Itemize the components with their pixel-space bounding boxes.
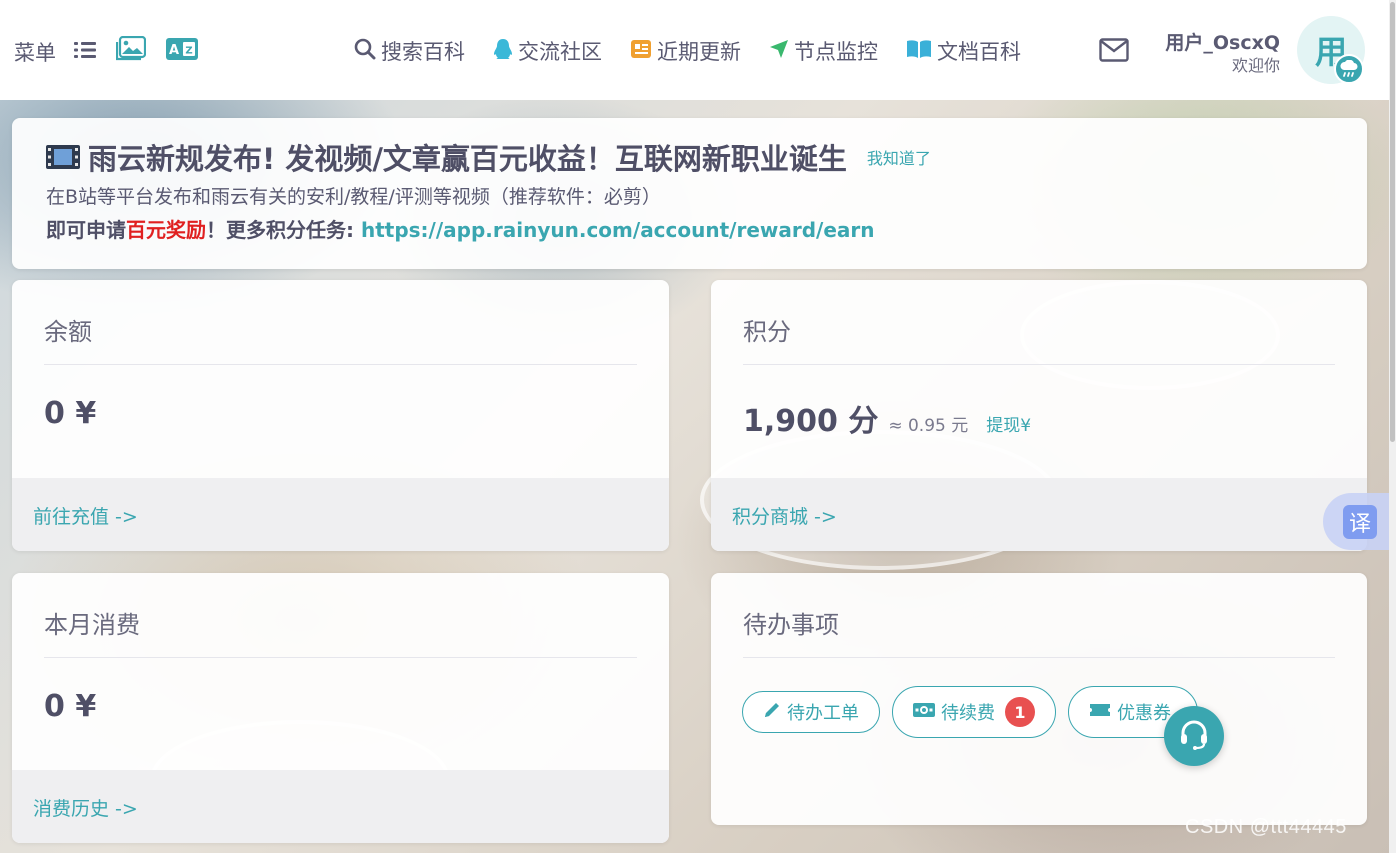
translate-button[interactable]: 译: [1323, 493, 1396, 550]
recharge-link[interactable]: 前往充值 ->: [12, 478, 669, 551]
nav-recent-updates[interactable]: 近期更新: [630, 36, 741, 66]
reward-prefix: 即可申请: [46, 218, 126, 242]
user-info[interactable]: 用户_OscxQ 欢迎你: [1130, 32, 1280, 78]
qq-penguin-icon: [493, 38, 513, 65]
nav-node-monitor[interactable]: 节点监控: [769, 36, 878, 66]
divider: [743, 657, 1335, 658]
balance-value: 0 ¥: [44, 396, 96, 431]
headset-icon: [1177, 717, 1211, 755]
divider: [44, 364, 637, 365]
page-scrollbar[interactable]: [1389, 0, 1396, 853]
svg-text:Z: Z: [185, 46, 192, 57]
open-book-icon: [906, 39, 932, 64]
nav-label: 文档百科: [937, 40, 1021, 64]
pencil-icon: [763, 701, 781, 724]
reward-tasks-link[interactable]: https://app.rainyun.com/account/reward/e…: [361, 218, 875, 242]
user-greeting: 欢迎你: [1231, 56, 1280, 75]
count-badge: 1: [1005, 697, 1035, 727]
top-header: 菜单 AZ 搜索百科 交流社区 近期更新 节点监控 文档百科 用户_OscxQ …: [0, 0, 1396, 100]
announcement-card: 雨云新规发布! 发视频/文章赢百元收益！互联网新职业诞生 我知道了 在B站等平台…: [12, 118, 1367, 269]
todo-renewal-button[interactable]: 待续费 1: [892, 686, 1056, 738]
divider: [743, 364, 1335, 365]
announcement-reward-line: 即可申请百元奖励！更多积分任务: https://app.rainyun.com…: [46, 216, 1367, 244]
avatar[interactable]: 用: [1297, 16, 1365, 84]
balance-card: 余额 0 ¥ 前往充值 ->: [12, 280, 669, 551]
nav-label: 节点监控: [794, 40, 878, 64]
monthly-spend-card: 本月消费 0 ¥ 消费历史 ->: [12, 573, 669, 843]
csdn-watermark: CSDN @ttt44445: [1185, 816, 1347, 838]
money-bill-icon: [913, 702, 935, 723]
svg-text:A: A: [169, 43, 179, 58]
nav-label: 搜索百科: [381, 40, 465, 64]
nav-docs-wiki[interactable]: 文档百科: [906, 36, 1021, 66]
menu-label[interactable]: 菜单: [14, 37, 56, 67]
notebook-icon: [630, 38, 652, 65]
nav-label: 交流社区: [518, 40, 602, 64]
balance-amount: 0 ¥: [44, 396, 97, 431]
translate-az-icon[interactable]: AZ: [166, 38, 198, 65]
header-left-group: 菜单 AZ: [14, 35, 198, 67]
reward-highlight: 百元奖励: [126, 218, 206, 242]
card-title: 本月消费: [44, 611, 140, 639]
announcement-subtitle: 在B站等平台发布和雨云有关的安利/教程/评测等视频（推荐软件：必剪）: [46, 186, 661, 208]
card-title: 积分: [743, 318, 791, 346]
nav-community[interactable]: 交流社区: [493, 36, 602, 66]
points-value: 1,900 分 ≈ 0.95 元 提现¥: [743, 396, 1031, 440]
monthly-spend-value: 0 ¥: [44, 689, 96, 724]
film-icon: [46, 140, 80, 178]
header-nav: 搜索百科 交流社区 近期更新 节点监控 文档百科: [354, 34, 1049, 68]
monthly-spend-amount: 0 ¥: [44, 689, 97, 724]
customer-support-button[interactable]: [1164, 706, 1224, 766]
acknowledge-link[interactable]: 我知道了: [867, 140, 931, 178]
points-approx: ≈ 0.95 元: [888, 416, 969, 436]
search-icon: [354, 38, 376, 65]
points-mall-link[interactable]: 积分商城 ->: [711, 478, 1367, 551]
spend-history-link[interactable]: 消费历史 ->: [12, 770, 669, 843]
image-gallery-icon[interactable]: [115, 35, 147, 67]
list-menu-icon[interactable]: [74, 40, 96, 64]
ticket-icon: [1089, 702, 1111, 723]
points-amount: 1,900 分: [743, 404, 879, 439]
announcement-title-row: 雨云新规发布! 发视频/文章赢百元收益！互联网新职业诞生 我知道了: [46, 140, 1367, 178]
nav-search-wiki[interactable]: 搜索百科: [354, 36, 465, 66]
card-title: 余额: [44, 318, 92, 346]
scrollbar-thumb[interactable]: [1390, 2, 1395, 442]
nav-label: 近期更新: [657, 40, 741, 64]
user-name: 用户_OscxQ: [1165, 32, 1280, 54]
todo-card: 待办事项 待办工单 待续费 1 优惠券: [711, 573, 1367, 825]
todo-label: 待办工单: [787, 703, 859, 724]
todo-tickets-button[interactable]: 待办工单: [742, 691, 880, 733]
todo-label: 优惠券: [1117, 703, 1171, 724]
reward-mid: ！更多积分任务:: [206, 218, 361, 242]
translate-icon: 译: [1343, 504, 1377, 539]
withdraw-link[interactable]: 提现¥: [986, 411, 1031, 436]
mail-icon[interactable]: [1099, 38, 1129, 66]
todo-list: 待办工单 待续费 1 优惠券: [742, 686, 1198, 738]
announcement-title: 雨云新规发布! 发视频/文章赢百元收益！互联网新职业诞生: [88, 142, 847, 176]
rain-cloud-icon: [1334, 54, 1364, 84]
card-title: 待办事项: [743, 611, 839, 639]
divider: [44, 657, 637, 658]
location-arrow-icon: [769, 39, 789, 64]
todo-label: 待续费: [941, 703, 995, 724]
points-card: 积分 1,900 分 ≈ 0.95 元 提现¥ 积分商城 ->: [711, 280, 1367, 551]
